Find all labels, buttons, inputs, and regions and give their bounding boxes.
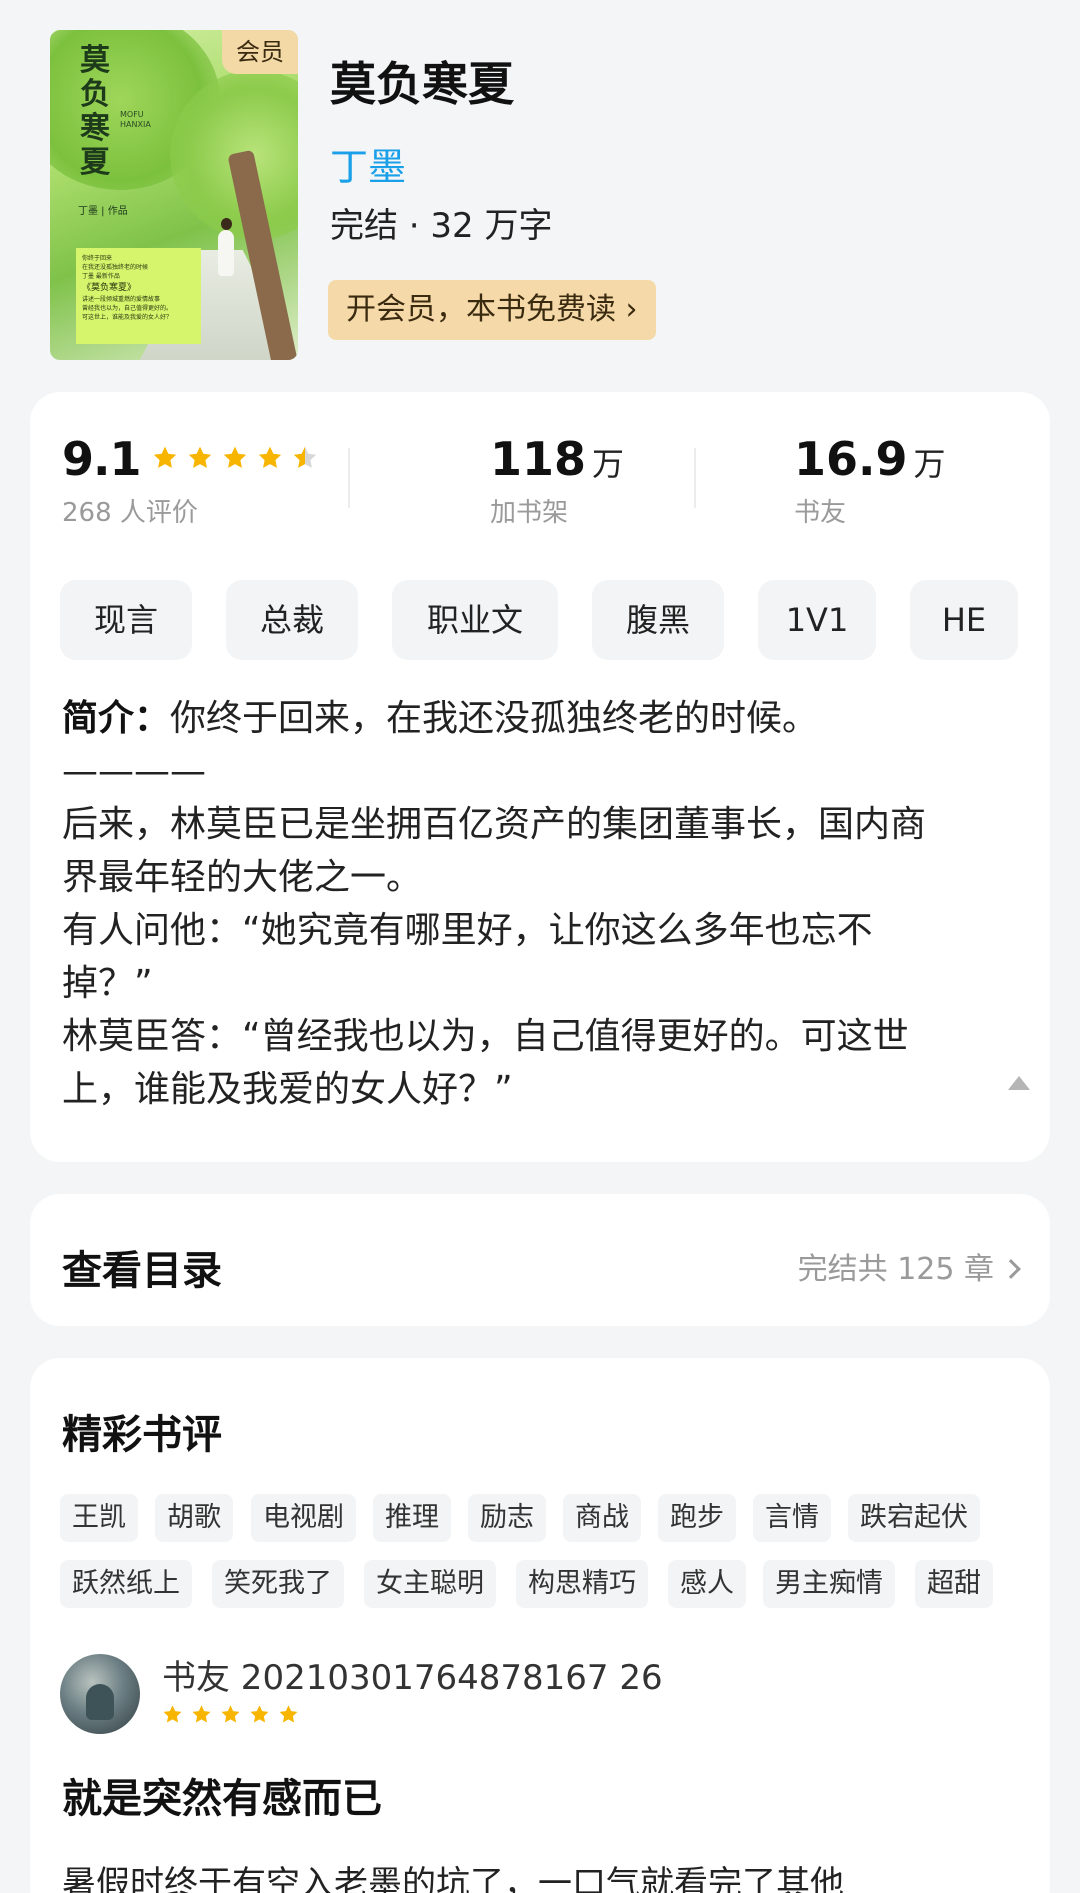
rating-stars <box>152 445 327 475</box>
shelf-count-value: 118 <box>490 432 587 486</box>
synopsis-line: 上，谁能及我爱的女人好？” <box>62 1069 513 1110</box>
synopsis-line: 有人问他：“她究竟有哪里好，让你这么多年也忘不 <box>62 910 873 951</box>
synopsis-text: 你终于回来，在我还没孤独终老的时候。 <box>170 698 819 739</box>
book-header: 莫负 寒夏 MOFU HANXIA 丁墨 | 作品 你终于回来 在我还没孤独终老的时… <box>0 0 1080 380</box>
cover-blurb-box: 你终于回来 在我还没孤独终老的时候 丁墨 最新作品 《莫负寒夏》 讲述一段倾城重… <box>76 248 201 344</box>
star-icon <box>222 445 248 471</box>
catalog-title: 查看目录 <box>62 1248 222 1294</box>
book-info-card: 9.1 268 人评价 118 万 加书架 16.9 万 书友 现言 总裁 职业文 … <box>30 392 1050 1162</box>
review-tag[interactable]: 王凯 <box>60 1494 138 1542</box>
synopsis-line: 后来，林莫臣已是坐拥百亿资产的集团董事长，国内商 <box>62 804 927 845</box>
star-icon <box>278 1704 299 1725</box>
reader-count-label: 书友 <box>794 498 847 528</box>
review-tag[interactable]: 言情 <box>753 1494 831 1542</box>
synopsis-line: 林莫臣答：“曾经我也以为，自己值得更好的。可这世 <box>62 1016 909 1057</box>
book-meta: 完结 · 32 万字 <box>330 206 553 246</box>
synopsis-line: 掉？” <box>62 963 153 1004</box>
review-tag[interactable]: 女主聪明 <box>364 1560 496 1608</box>
star-icon <box>191 1704 212 1725</box>
vip-badge: 会员 <box>222 30 298 74</box>
cover-latin-text: MOFU HANXIA <box>120 110 151 129</box>
stat-divider <box>694 448 696 508</box>
cover-title-text: 莫负 寒夏 <box>80 43 110 180</box>
review-stars <box>162 1704 307 1729</box>
star-icon <box>162 1704 183 1725</box>
star-icon <box>220 1704 241 1725</box>
star-icon <box>292 445 318 471</box>
genre-tag[interactable]: HE <box>910 580 1018 660</box>
genre-tag[interactable]: 腹黑 <box>592 580 724 660</box>
review-tag[interactable]: 励志 <box>468 1494 546 1542</box>
catalog-info: 完结共 125 章 <box>797 1244 1021 1288</box>
review-tag[interactable]: 胡歌 <box>155 1494 233 1542</box>
review-tag[interactable]: 超甜 <box>915 1560 993 1608</box>
cover-blurb-line: 你终于回来 <box>82 255 113 262</box>
genre-tag[interactable]: 现言 <box>60 580 192 660</box>
review-tag[interactable]: 电视剧 <box>251 1494 356 1542</box>
synopsis-line: 简介：你终于回来，在我还没孤独终老的时候。 <box>62 698 819 739</box>
cover-blurb-line: 丁墨 最新作品 <box>82 273 120 280</box>
shelf-count-unit: 万 <box>592 445 625 483</box>
rating-block[interactable]: 9.1 268 人评价 <box>62 432 327 529</box>
reader-count-value: 16.9 <box>794 432 908 486</box>
genre-tag[interactable]: 总裁 <box>226 580 358 660</box>
cover-blurb-line: 在我还没孤独终老的时候 <box>82 264 149 271</box>
reviews-card: 精彩书评 王凯 胡歌 电视剧 推理 励志 商战 跑步 言情 跌宕起伏 跃然纸上 … <box>30 1358 1050 1893</box>
book-cover[interactable]: 莫负 寒夏 MOFU HANXIA 丁墨 | 作品 你终于回来 在我还没孤独终老的时… <box>50 30 298 360</box>
shelf-count-label: 加书架 <box>490 498 569 528</box>
stat-divider <box>348 448 350 508</box>
rating-count: 268 人评价 <box>62 498 198 528</box>
cover-blurb-line: 曾经我也以为，自己值得更好的。 <box>82 305 173 312</box>
reviewer-name[interactable]: 书友 20210301764878167 26 <box>162 1650 663 1699</box>
book-title: 莫负寒夏 <box>330 57 514 111</box>
chevron-right-icon <box>1001 1259 1021 1279</box>
review-tag[interactable]: 跃然纸上 <box>60 1560 192 1608</box>
cover-blurb-line: 可这世上，谁能及我爱的女人好？ <box>82 314 173 321</box>
synopsis-line: ———— <box>62 751 206 792</box>
review-tag[interactable]: 感人 <box>668 1560 746 1608</box>
review-text[interactable]: 暑假时终于有空入老墨的坑了，一口气就看完了其他 <box>62 1856 1042 1893</box>
vip-read-free-button[interactable]: 开会员，本书免费读 › <box>328 280 656 340</box>
cover-blurb-line: 讲述一段倾城重燃的爱情故事 <box>82 296 161 303</box>
review-tag[interactable]: 推理 <box>373 1494 451 1542</box>
cover-blurb-book: 《莫负寒夏》 <box>82 283 137 293</box>
shelf-count-block: 118 万 加书架 <box>490 432 624 529</box>
review-tag[interactable]: 构思精巧 <box>516 1560 648 1608</box>
reader-count-block: 16.9 万 书友 <box>794 432 946 529</box>
review-tag[interactable]: 商战 <box>563 1494 641 1542</box>
catalog-chapter-count: 完结共 125 章 <box>797 1252 994 1287</box>
star-icon <box>152 445 178 471</box>
review-tag[interactable]: 跑步 <box>658 1494 736 1542</box>
catalog-row[interactable]: 查看目录 完结共 125 章 <box>30 1194 1050 1326</box>
collapse-arrow-icon[interactable] <box>1008 1076 1030 1090</box>
author-link[interactable]: 丁墨 <box>330 136 406 191</box>
star-icon <box>249 1704 270 1725</box>
genre-tag[interactable]: 职业文 <box>392 580 558 660</box>
genre-tag[interactable]: 1V1 <box>758 580 876 660</box>
star-icon <box>187 445 213 471</box>
reviewer-avatar[interactable] <box>60 1654 140 1734</box>
reviews-title: 精彩书评 <box>62 1412 222 1458</box>
review-tag[interactable]: 跌宕起伏 <box>848 1494 980 1542</box>
synopsis-label: 简介 <box>62 698 135 739</box>
cover-author-text: 丁墨 | 作品 <box>78 206 128 217</box>
cover-figure <box>218 218 234 276</box>
book-synopsis[interactable]: 简介：你终于回来，在我还没孤独终老的时候。 ———— 后来，林莫臣已是坐拥百亿资… <box>62 692 1022 1116</box>
review-heading[interactable]: 就是突然有感而已 <box>62 1766 382 1824</box>
review-tag[interactable]: 男主痴情 <box>763 1560 895 1608</box>
reader-count-unit: 万 <box>913 445 946 483</box>
rating-score: 9.1 <box>62 432 141 486</box>
star-icon <box>257 445 283 471</box>
synopsis-line: 界最年轻的大佬之一。 <box>62 857 423 898</box>
genre-tags: 现言 总裁 职业文 腹黑 1V1 HE <box>60 580 1040 662</box>
review-tag[interactable]: 笑死我了 <box>212 1560 344 1608</box>
